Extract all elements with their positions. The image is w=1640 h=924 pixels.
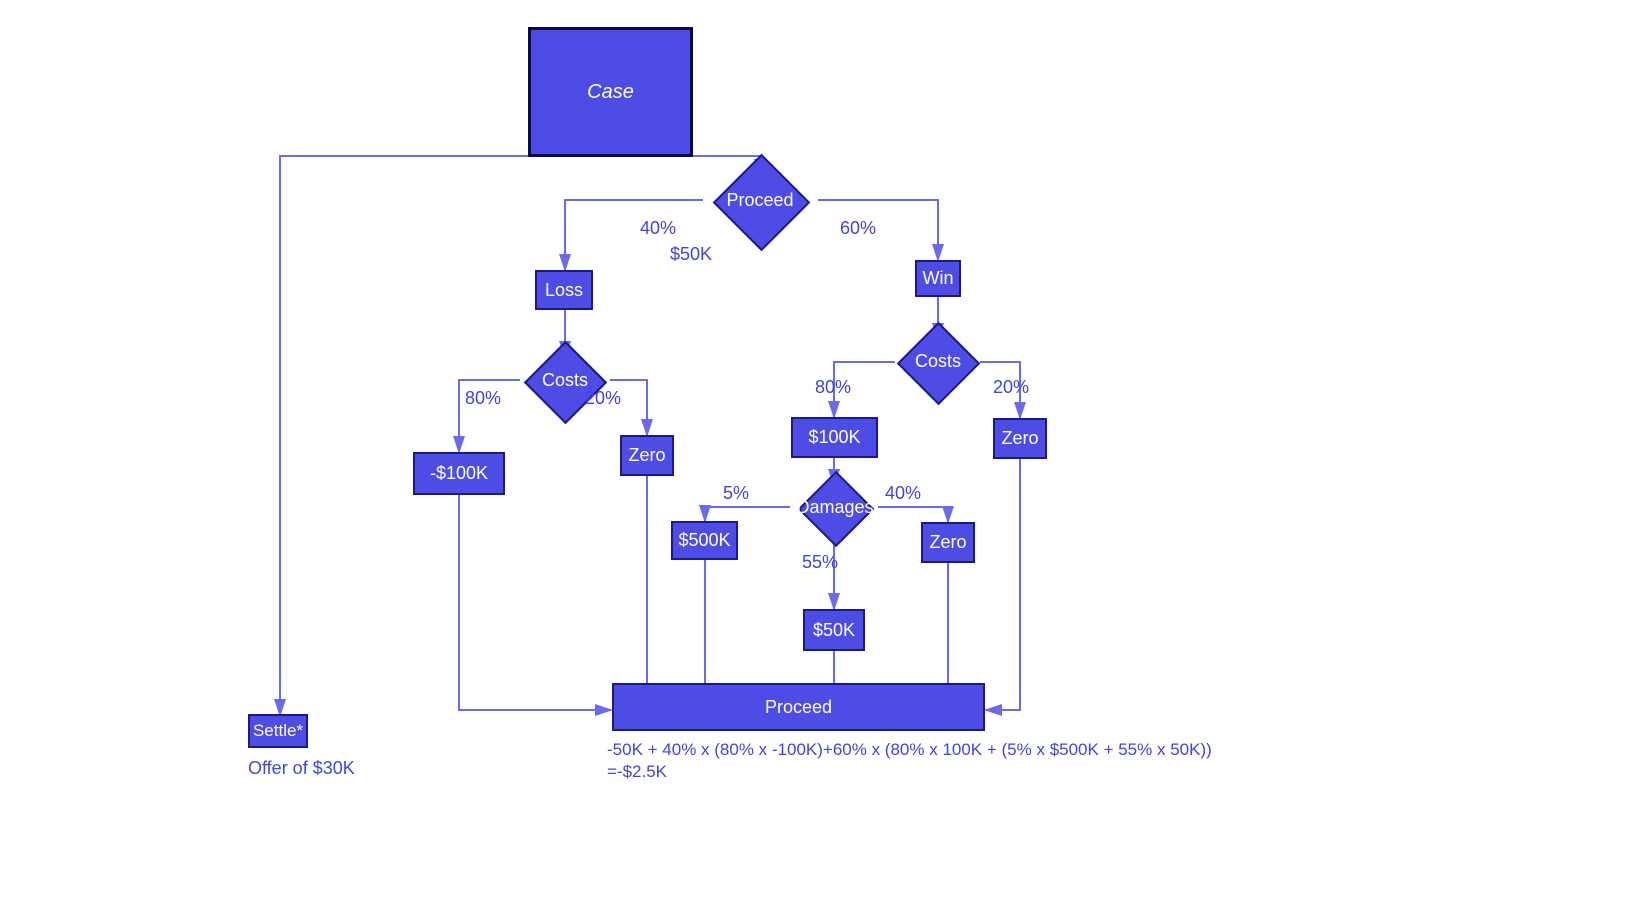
d500k-label: $500K (678, 530, 730, 551)
pos-100k-node: $100K (791, 417, 878, 458)
dzero-node: Zero (921, 522, 975, 563)
edge-80pct-loss: 80% (465, 388, 501, 409)
loss-node: Loss (535, 270, 593, 310)
loss-label: Loss (545, 280, 583, 301)
case-label: Case (587, 81, 634, 104)
edge-60pct: 60% (840, 218, 876, 239)
d50k-node: $50K (803, 609, 865, 651)
case-node: Case (528, 27, 693, 157)
edge-55pct: 55% (802, 552, 838, 573)
proceed-aggregate-node: Proceed (612, 683, 985, 731)
edge-40pct-dmg: 40% (885, 483, 921, 504)
edge-20pct-loss: 20% (585, 388, 621, 409)
result-text: =-$2.5K (607, 762, 667, 782)
costs-left-decision (524, 341, 607, 424)
costs-right-decision (897, 322, 980, 405)
zero-left-label: Zero (628, 445, 665, 466)
edge-20pct-win: 20% (993, 377, 1029, 398)
settle-node: Settle* (248, 714, 308, 748)
damages-decision (798, 471, 874, 547)
zero-right-node: Zero (993, 418, 1047, 459)
zero-right-label: Zero (1001, 428, 1038, 449)
edge-5pct: 5% (723, 483, 749, 504)
zero-left-node: Zero (620, 435, 674, 476)
proceed-aggregate-label: Proceed (765, 697, 832, 718)
neg-100k-node: -$100K (413, 452, 505, 495)
win-node: Win (915, 260, 961, 297)
connector-lines (0, 0, 1640, 924)
proceed-decision (713, 154, 811, 252)
pos-100k-label: $100K (808, 427, 860, 448)
dzero-label: Zero (929, 532, 966, 553)
neg-100k-label: -$100K (430, 463, 488, 484)
edge-80pct-win: 80% (815, 377, 851, 398)
formula-text: -50K + 40% x (80% x -100K)+60% x (80% x … (607, 740, 1212, 760)
d50k-label: $50K (813, 620, 855, 641)
win-label: Win (923, 268, 954, 289)
settle-note: Offer of $30K (248, 758, 355, 779)
d500k-node: $500K (671, 521, 738, 560)
edge-40pct: 40% (640, 218, 676, 239)
settle-label: Settle* (253, 721, 303, 741)
edge-50k-cost: $50K (670, 244, 712, 265)
